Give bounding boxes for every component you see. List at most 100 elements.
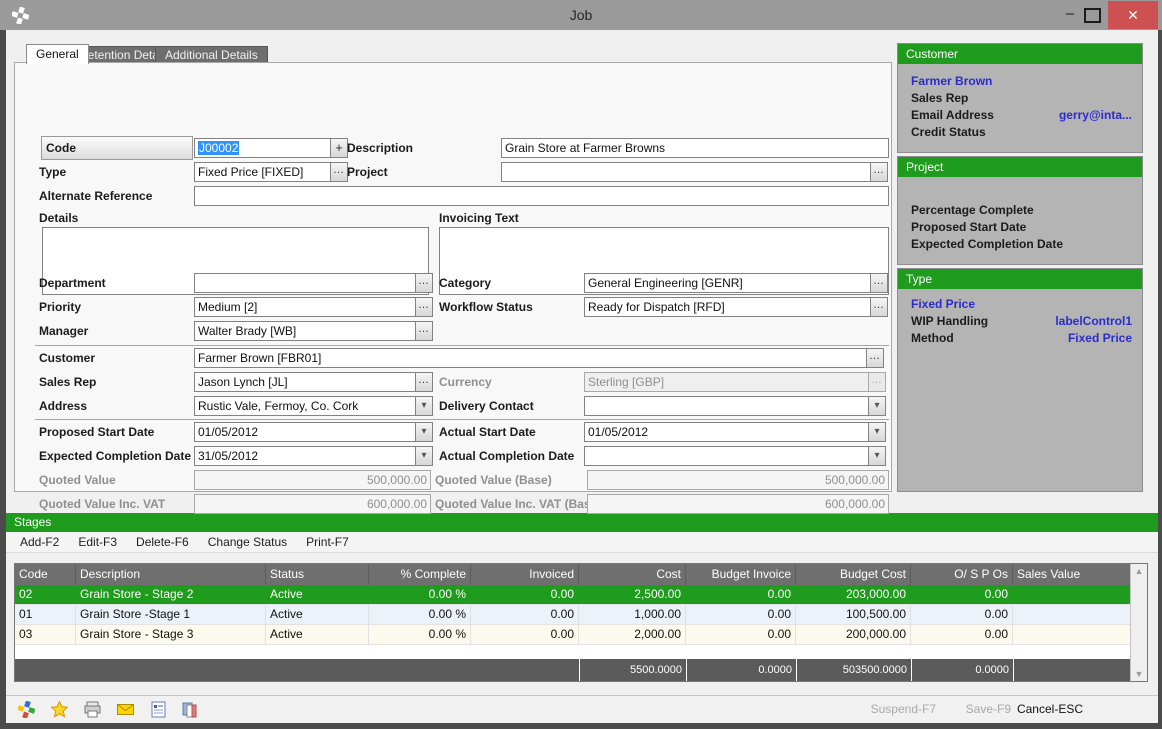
- actual-completion-date-input[interactable]: [584, 446, 869, 466]
- wip-handling-value[interactable]: labelControl1: [1055, 314, 1132, 328]
- report-icon[interactable]: [150, 701, 167, 718]
- project-lookup-icon[interactable]: [870, 162, 888, 182]
- column-header-cost[interactable]: Cost: [579, 564, 686, 585]
- column-header-code[interactable]: Code: [15, 564, 76, 585]
- quoted-value-label: Quoted Value: [39, 470, 116, 490]
- manager-lookup-icon[interactable]: [415, 321, 433, 341]
- category-lookup-icon[interactable]: [870, 273, 888, 293]
- currency-lookup-icon: [868, 372, 886, 392]
- favorite-star-icon[interactable]: [51, 701, 68, 718]
- project-expected-completion-label: Expected Completion Date: [911, 237, 1063, 251]
- scroll-up-icon[interactable]: ▲: [1131, 566, 1147, 576]
- window-body: General Retention Details Additional Det…: [6, 30, 1158, 723]
- type-label: Type: [39, 162, 66, 182]
- project-panel: Project Percentage Complete Proposed Sta…: [897, 156, 1143, 265]
- actual-completion-date-dropdown-icon[interactable]: [868, 446, 886, 466]
- print-button[interactable]: Print-F7: [306, 535, 349, 549]
- column-header-pct-complete[interactable]: % Complete: [369, 564, 471, 585]
- wip-handling-label: WIP Handling: [911, 314, 988, 328]
- close-button[interactable]: ✕: [1108, 1, 1158, 29]
- stages-toolbar: Add-F2 Edit-F3 Delete-F6 Change Status P…: [6, 532, 1158, 553]
- column-header-os-pos[interactable]: O/ S P Os: [911, 564, 1013, 585]
- add-button[interactable]: Add-F2: [20, 535, 59, 549]
- minimize-button[interactable]: –: [1058, 0, 1082, 30]
- description-label: Description: [347, 138, 413, 158]
- actual-start-date-input[interactable]: 01/05/2012: [584, 422, 869, 442]
- tab-general[interactable]: General: [26, 44, 89, 64]
- total-os-pos: 0.0000: [911, 659, 1013, 681]
- type-input[interactable]: Fixed Price [FIXED]: [194, 162, 331, 182]
- customer-label: Customer: [39, 348, 95, 368]
- address-label: Address: [39, 396, 87, 416]
- sales-rep-lookup-icon[interactable]: [415, 372, 433, 392]
- expected-completion-date-input[interactable]: 31/05/2012: [194, 446, 416, 466]
- stages-grid: Code Description Status % Complete Invoi…: [14, 563, 1148, 682]
- address-dropdown-icon[interactable]: [415, 396, 433, 416]
- column-header-status[interactable]: Status: [266, 564, 369, 585]
- customer-input[interactable]: Farmer Brown [FBR01]: [194, 348, 867, 368]
- customer-lookup-icon[interactable]: [866, 348, 884, 368]
- expected-completion-date-dropdown-icon[interactable]: [415, 446, 433, 466]
- type-name-link[interactable]: Fixed Price: [911, 297, 975, 311]
- alternate-reference-input[interactable]: [194, 186, 889, 206]
- category-input[interactable]: General Engineering [GENR]: [584, 273, 871, 293]
- stages-section-header: Stages: [6, 513, 1158, 532]
- address-input[interactable]: Rustic Vale, Fermoy, Co. Cork: [194, 396, 416, 416]
- save-button: Save-F9: [966, 696, 1011, 723]
- customer-email-link[interactable]: gerry@inta...: [1059, 108, 1132, 122]
- table-row[interactable]: 03 Grain Store - Stage 3 Active 0.00 % 0…: [15, 625, 1131, 645]
- delete-button[interactable]: Delete-F6: [136, 535, 189, 549]
- currency-input: Sterling [GBP]: [584, 372, 869, 392]
- type-panel: Type Fixed Price WIP Handling labelContr…: [897, 268, 1143, 492]
- cancel-button[interactable]: Cancel-ESC: [1017, 696, 1083, 723]
- department-lookup-icon[interactable]: [415, 273, 433, 293]
- general-tab-page: Code J00002 Description Grain Store at F…: [14, 62, 892, 492]
- delivery-contact-label: Delivery Contact: [439, 396, 534, 416]
- delivery-contact-dropdown-icon[interactable]: [868, 396, 886, 416]
- details-label: Details: [39, 208, 78, 228]
- method-value[interactable]: Fixed Price: [1068, 331, 1132, 345]
- project-input[interactable]: [501, 162, 871, 182]
- priority-input[interactable]: Medium [2]: [194, 297, 416, 317]
- workflow-status-lookup-icon[interactable]: [870, 297, 888, 317]
- column-header-invoiced[interactable]: Invoiced: [471, 564, 579, 585]
- maximize-button[interactable]: [1084, 8, 1101, 23]
- customer-name-link[interactable]: Farmer Brown: [911, 74, 992, 88]
- department-input[interactable]: [194, 273, 416, 293]
- project-label: Project: [347, 162, 388, 182]
- column-header-budget-cost[interactable]: Budget Cost: [796, 564, 911, 585]
- email-icon[interactable]: [117, 701, 134, 718]
- column-header-sales-value[interactable]: Sales Value: [1013, 564, 1131, 585]
- actual-start-date-dropdown-icon[interactable]: [868, 422, 886, 442]
- code-add-icon[interactable]: [330, 138, 348, 158]
- currency-label: Currency: [439, 372, 492, 392]
- table-row[interactable]: 02 Grain Store - Stage 2 Active 0.00 % 0…: [15, 585, 1131, 605]
- column-header-description[interactable]: Description: [76, 564, 266, 585]
- code-input[interactable]: J00002: [194, 138, 331, 158]
- app-icon[interactable]: [18, 701, 35, 718]
- customer-credit-status-label: Credit Status: [911, 125, 986, 139]
- copy-icon[interactable]: [181, 701, 198, 718]
- change-status-button[interactable]: Change Status: [208, 535, 287, 549]
- edit-button[interactable]: Edit-F3: [78, 535, 117, 549]
- proposed-start-date-input[interactable]: 01/05/2012: [194, 422, 416, 442]
- delivery-contact-input[interactable]: [584, 396, 869, 416]
- proposed-start-date-dropdown-icon[interactable]: [415, 422, 433, 442]
- column-header-budget-invoice[interactable]: Budget Invoice: [686, 564, 796, 585]
- type-lookup-icon[interactable]: [330, 162, 348, 182]
- workflow-status-input[interactable]: Ready for Dispatch [RFD]: [584, 297, 871, 317]
- footer-bar: Suspend-F7 Save-F9 Cancel-ESC: [6, 695, 1158, 723]
- total-budget-cost: 503500.0000: [796, 659, 911, 681]
- print-icon[interactable]: [84, 701, 101, 718]
- job-window: Job – ✕ General Retention Details Additi…: [0, 0, 1162, 729]
- customer-sales-rep-label: Sales Rep: [911, 91, 968, 105]
- description-input[interactable]: Grain Store at Farmer Browns: [501, 138, 889, 158]
- manager-input[interactable]: Walter Brady [WB]: [194, 321, 416, 341]
- table-row[interactable]: 01 Grain Store -Stage 1 Active 0.00 % 0.…: [15, 605, 1131, 625]
- priority-lookup-icon[interactable]: [415, 297, 433, 317]
- sales-rep-input[interactable]: Jason Lynch [JL]: [194, 372, 416, 392]
- scroll-down-icon[interactable]: ▼: [1131, 669, 1147, 679]
- method-label: Method: [911, 331, 954, 345]
- alternate-reference-label: Alternate Reference: [39, 186, 152, 206]
- grid-scrollbar[interactable]: ▲ ▼: [1130, 564, 1147, 681]
